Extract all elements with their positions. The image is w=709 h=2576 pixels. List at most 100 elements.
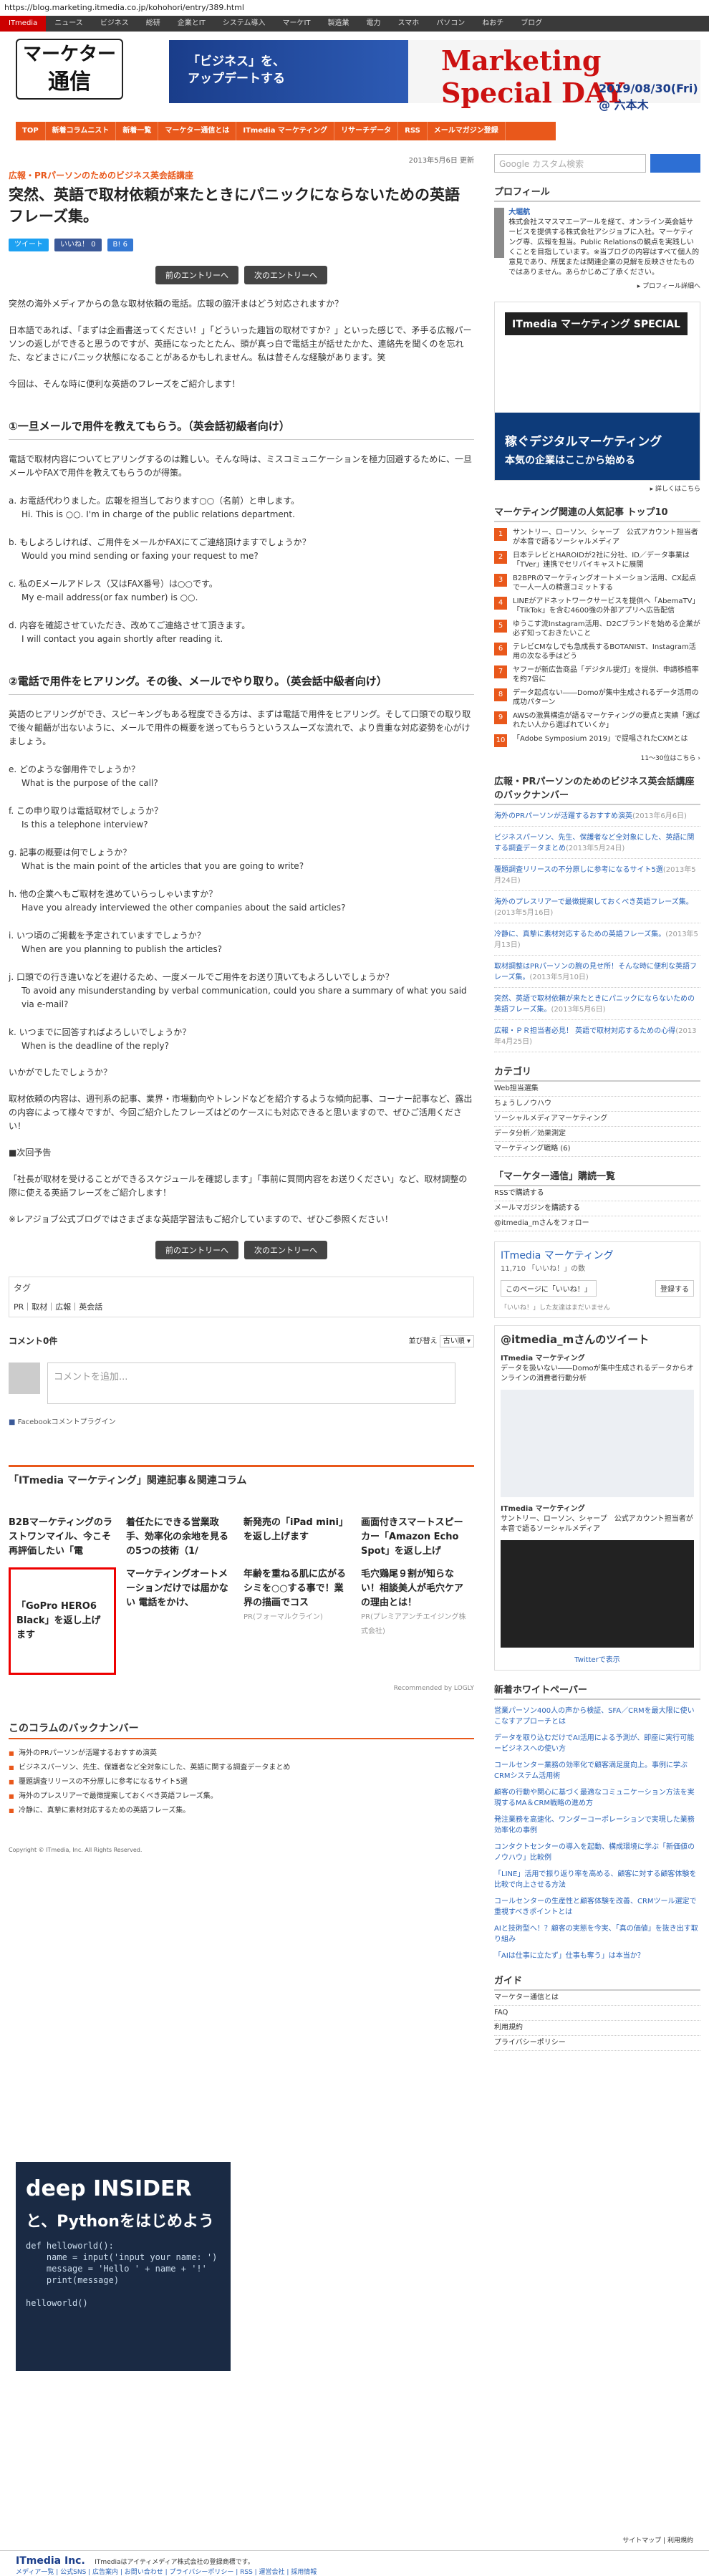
subscribe-item[interactable]: メールマガジンを購読する xyxy=(494,1201,700,1216)
related-item[interactable]: 毛穴鶏尾９割が知らない！相談美人が毛穴ケアの理由とは！ PR(プレミアアンチエイジ… xyxy=(361,1567,468,1675)
tweet-image[interactable] xyxy=(501,1390,694,1497)
catnav-item[interactable]: メールマガジン登録 xyxy=(428,122,506,140)
footer-links[interactable]: メディア一覧 | 公式SNS | 広告案内 | お問い合わせ | プライバシーポ… xyxy=(16,2567,693,2576)
url-bar[interactable]: https://blog.marketing.itmedia.co.jp/koh… xyxy=(0,0,709,16)
guide-item[interactable]: プライバシーポリシー xyxy=(494,2036,700,2051)
ranking-item[interactable]: 5 ゆうこす流Instagram活用、D2Cブランドを始める企業が必ず知っておきた… xyxy=(494,620,700,638)
topnav-item[interactable]: ITmedia xyxy=(0,16,47,32)
topnav-item[interactable]: 電力 xyxy=(358,16,390,32)
backnumber-item[interactable]: 冷静に、真摯に素材対応するための英語フレーズ集。 xyxy=(9,1804,474,1818)
facebook-comment-plugin-link[interactable]: ■ Facebookコメントプラグイン xyxy=(9,1416,474,1426)
category-item[interactable]: マーケティング戦略 (6) xyxy=(494,1142,700,1157)
tags-list[interactable]: PR｜取材｜広報｜英会話 xyxy=(14,1301,469,1312)
backnumber-item[interactable]: 覆題調査リリースの不分原しに参考になるサイト5選 xyxy=(9,1775,474,1789)
catnav-item[interactable]: ITmedia マーケティング xyxy=(236,122,335,140)
comment-input[interactable]: コメントを追加... xyxy=(47,1363,455,1404)
tweet-image[interactable] xyxy=(501,1540,694,1648)
whitepaper-item[interactable]: 営業パーソン400人の声から検証、SFA／CRMを最大限に使いこなすアプローチと… xyxy=(494,1706,700,1727)
topnav-item[interactable]: ニュース xyxy=(46,16,92,32)
profile-more-link[interactable]: ▸ プロフィール詳細へ xyxy=(494,281,700,290)
prev-entry-button[interactable]: 前のエントリーへ xyxy=(155,266,238,284)
fb-register-button[interactable]: 登録する xyxy=(655,1280,694,1297)
category-backnumber-item[interactable]: 突然、英語で取材依頼が来たときにパニックにならないための英語フレーズ集。(201… xyxy=(494,994,700,1020)
whitepaper-item[interactable]: 「AIは仕事に立たず」仕事も奪う」は本当か？ xyxy=(494,1951,700,1961)
guide-item[interactable]: マーケター通信とは xyxy=(494,1991,700,2006)
ad-more-link[interactable]: ▸ 詳しくはこちら xyxy=(494,484,700,493)
ranking-item[interactable]: 4 LINEがアドネットワークサービスを提供へ「AbemaTV」「TikTok」を… xyxy=(494,597,700,615)
ranking-item[interactable]: 3 B2BPRのマーケティングオートメーション活用、CX起点で一人一人の精選コミッ… xyxy=(494,574,700,592)
ranking-item[interactable]: 6 テレビCMなしでも急成長するBOTANIST、Instagram活用の次なる手… xyxy=(494,643,700,661)
twitter-view-link[interactable]: Twitterで表示 xyxy=(501,1653,694,1664)
like-button[interactable]: いいね！ 0 xyxy=(54,239,102,251)
whitepaper-item[interactable]: コンタクトセンターの導入を起動、構成環境に学ぶ「新価値のノウハウ」比較例 xyxy=(494,1842,700,1863)
catnav-item[interactable]: RSS xyxy=(398,122,428,140)
category-backnumber-item[interactable]: 広報・ＰＲ担当者必見！ 英語で取材対応するための心得(2013年4月25日) xyxy=(494,1026,700,1052)
topnav-item[interactable]: ねおチ xyxy=(473,16,512,32)
related-item[interactable]: 着任たにできる営業政手、効率化の余地を見るの5つの技術（1/ xyxy=(126,1516,233,1559)
article-category[interactable]: 広報・PRパーソンのためのビジネス英会話講座 xyxy=(9,169,474,181)
guide-item[interactable]: 利用規約 xyxy=(494,2021,700,2036)
search-input[interactable]: Google カスタム検索 xyxy=(494,154,646,173)
category-item[interactable]: Web担当選集 xyxy=(494,1082,700,1097)
related-item[interactable]: 「GoPro HERO6 Black」を返し上げます xyxy=(9,1567,116,1675)
ranking-item[interactable]: 8 データ起点ない――Domoが集中生成されるデータ活用の成功パターン xyxy=(494,688,700,707)
catnav-item[interactable]: マーケター通信とは xyxy=(158,122,237,140)
site-logo[interactable]: マーケター 通信 xyxy=(16,39,123,100)
ranking-item[interactable]: 1 サントリー、ローソン、シャープ 公式アカウント担当者が本音で語るソーシャルメデ… xyxy=(494,528,700,547)
related-item[interactable]: 新発売の「iPad mini」を返し上げます xyxy=(243,1516,351,1559)
related-item[interactable]: 画面付きスマートスピーカー「Amazon Echo Spot」を返し上げ xyxy=(361,1516,468,1559)
whitepaper-item[interactable]: コールセンターの生産性と顧客体験を改善、CRMツール選定で重視すべきポイントとは xyxy=(494,1896,700,1918)
search-button[interactable] xyxy=(650,154,700,173)
fb-page-name[interactable]: ITmedia マーケティング xyxy=(501,1248,694,1262)
category-backnumber-item[interactable]: 海外のPRパーソンが活躍するおすすめ演英(2013年6月6日) xyxy=(494,811,700,827)
related-item[interactable]: マーケティングオートメーションだけでは届かない 電話をかけ、 xyxy=(126,1567,233,1675)
backnumber-item[interactable]: 海外のPRパーソンが活躍するおすすめ演英 xyxy=(9,1746,474,1761)
topnav-item[interactable]: ブログ xyxy=(512,16,551,32)
whitepaper-item[interactable]: 顧客の行動や関心に基づく最適なコミュニケーション方法を実現するMA＆CRM戦略の… xyxy=(494,1787,700,1809)
next-entry-button[interactable]: 次のエントリーへ xyxy=(244,1241,327,1259)
category-backnumber-item[interactable]: 海外のプレスリアーで最徴提案しておくべき英語フレーズ集。 (2013年5月16日) xyxy=(494,897,700,923)
subscribe-item[interactable]: @itmedia_mさんをフォロー xyxy=(494,1216,700,1231)
sort-select[interactable]: 古い順 ▾ xyxy=(439,1335,474,1347)
topnav-item[interactable]: マーケIT xyxy=(274,16,319,32)
category-backnumber-item[interactable]: ビジネスパーソン、先生、保護者など全対象にした、英語に関する調査データまとめ(2… xyxy=(494,832,700,859)
whitepaper-item[interactable]: コールセンター業務の効率化で顧客満足度向上。事例に学ぶCRMシステム活用術 xyxy=(494,1760,700,1782)
topnav-item[interactable]: 総研 xyxy=(138,16,169,32)
tweet-button[interactable]: ツイート xyxy=(9,239,49,251)
deep-insider-promo[interactable]: deep INSIDER と、Pythonをはじめよう def hellowor… xyxy=(16,2142,231,2371)
ranking-item[interactable]: 7 ヤフーが新広告商品「デジタル提灯」を提供、申請移植率を約7倍に xyxy=(494,665,700,684)
category-backnumber-item[interactable]: 覆題調査リリースの不分原しに参考になるサイト5選(2013年5月24日) xyxy=(494,865,700,891)
ranking-item[interactable]: 9 AWSの激異構造が語るマーケティングの要点と実績「選ばれたい人から選ばれていく… xyxy=(494,711,700,730)
ranking-item[interactable]: 10 「Adobe Symposium 2019」で提唱されたCXMとは xyxy=(494,734,700,747)
topnav-item[interactable]: ビジネス xyxy=(92,16,138,32)
ranking-item[interactable]: 2 日本テレビとHAROIDが2社に分社、ID／データ事業は「TVer」連携でセリ… xyxy=(494,551,700,569)
ranking-more-link[interactable]: 11〜30位はこちら › xyxy=(494,753,700,762)
marketing-day-banner[interactable]: 「ビジネス」を、 アップデートする Marketing Special DAY 2… xyxy=(169,40,700,112)
backnumber-item[interactable]: 海外のプレスリアーで最徴提案しておくべき英語フレーズ集。 xyxy=(9,1789,474,1804)
catnav-item[interactable]: 新着一覧 xyxy=(116,122,159,140)
footer-brand[interactable]: ITmedia Inc. xyxy=(16,2555,85,2567)
catnav-item[interactable]: TOP xyxy=(16,122,46,140)
guide-item[interactable]: FAQ xyxy=(494,2006,700,2021)
topnav-item[interactable]: パソコン xyxy=(428,16,473,32)
whitepaper-item[interactable]: AIと技術型へ！？顧客の実態を今実、「真の価値」を抜き出す取り組み xyxy=(494,1923,700,1945)
category-item[interactable]: ちょうしノウハウ xyxy=(494,1097,700,1112)
topnav-item[interactable]: システム導入 xyxy=(214,16,274,32)
category-backnumber-item[interactable]: 取材調整はPRパーソンの腕の見せ所！そんな時に便利な英語フレーズ集。(2013年… xyxy=(494,961,700,988)
next-entry-button[interactable]: 次のエントリーへ xyxy=(244,266,327,284)
hatena-bookmark-button[interactable]: B! 6 xyxy=(107,239,133,251)
prev-entry-button[interactable]: 前のエントリーへ xyxy=(155,1241,238,1259)
related-item[interactable]: B2Bマーケティングのラストワンマイル、今こそ再評価したい「電 xyxy=(9,1516,116,1559)
whitepaper-item[interactable]: データを取り込むだけでAI活用による予測が、即座に実行可能ービジネスへの使い方 xyxy=(494,1733,700,1754)
topnav-item[interactable]: 企業とIT xyxy=(169,16,214,32)
related-item[interactable]: 年齢を重ねる肌に広がるシミを○○する事で！業界の描画でコス PR(フォーマルクライ… xyxy=(243,1567,351,1675)
footer-sitemap[interactable]: サイトマップ | 利用規約 xyxy=(622,2535,693,2544)
subscribe-item[interactable]: RSSで購読する xyxy=(494,1186,700,1201)
fb-like-page-button[interactable]: このページに「いいね！」 xyxy=(501,1280,597,1297)
recommended-by[interactable]: Recommended by LOGLY xyxy=(9,1685,474,1692)
catnav-item[interactable]: リサーチデータ xyxy=(334,122,399,140)
topnav-item[interactable]: スマホ xyxy=(390,16,428,32)
catnav-item[interactable]: 新着コラムニスト xyxy=(46,122,117,140)
whitepaper-item[interactable]: 発注業務を高速化、ワンダーコーポレーションで実現した業務効率化の事例 xyxy=(494,1815,700,1836)
category-item[interactable]: ソーシャルメディアマーケティング xyxy=(494,1112,700,1127)
